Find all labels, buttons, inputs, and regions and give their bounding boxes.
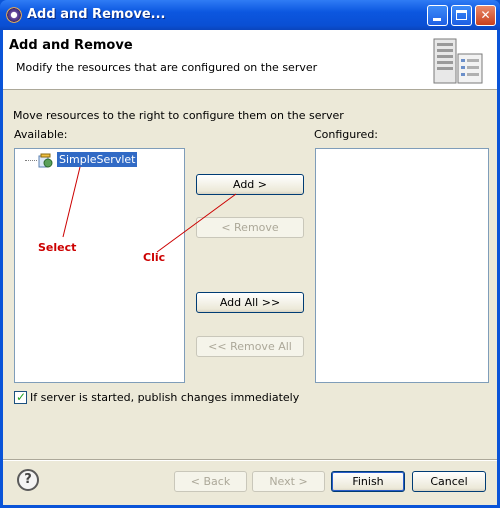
close-button[interactable]: ✕: [475, 5, 496, 26]
help-button[interactable]: ?: [17, 469, 39, 491]
footer-separator: [3, 459, 497, 461]
dialog-window: Add and Remove... ✕ Add and Remove Modif…: [0, 0, 500, 508]
checkmark-icon: ✓: [16, 390, 27, 404]
title-bar[interactable]: Add and Remove... ✕: [0, 0, 500, 30]
next-button[interactable]: Next >: [252, 471, 325, 492]
dialog-client-area: Add and Remove Modify the resources that…: [3, 30, 497, 505]
eclipse-gear-icon: [6, 7, 22, 23]
select-annotation-line: [62, 166, 81, 238]
annotation-lines: [62, 166, 237, 253]
back-button[interactable]: < Back: [174, 471, 247, 492]
cancel-button[interactable]: Cancel: [412, 471, 486, 492]
close-icon: ✕: [480, 8, 491, 22]
click-annotation: Clic: [143, 251, 166, 264]
window-title: Add and Remove...: [27, 7, 166, 22]
finish-button[interactable]: Finish: [331, 471, 405, 492]
maximize-icon: [456, 10, 467, 20]
publish-checkbox[interactable]: ✓: [14, 390, 27, 404]
minimize-button[interactable]: [427, 5, 448, 26]
maximize-button[interactable]: [451, 5, 472, 26]
select-annotation: Select: [38, 241, 77, 254]
minimize-icon: [433, 18, 441, 21]
click-annotation-line: [156, 193, 237, 253]
publish-checkbox-label[interactable]: If server is started, publish changes im…: [30, 391, 299, 404]
